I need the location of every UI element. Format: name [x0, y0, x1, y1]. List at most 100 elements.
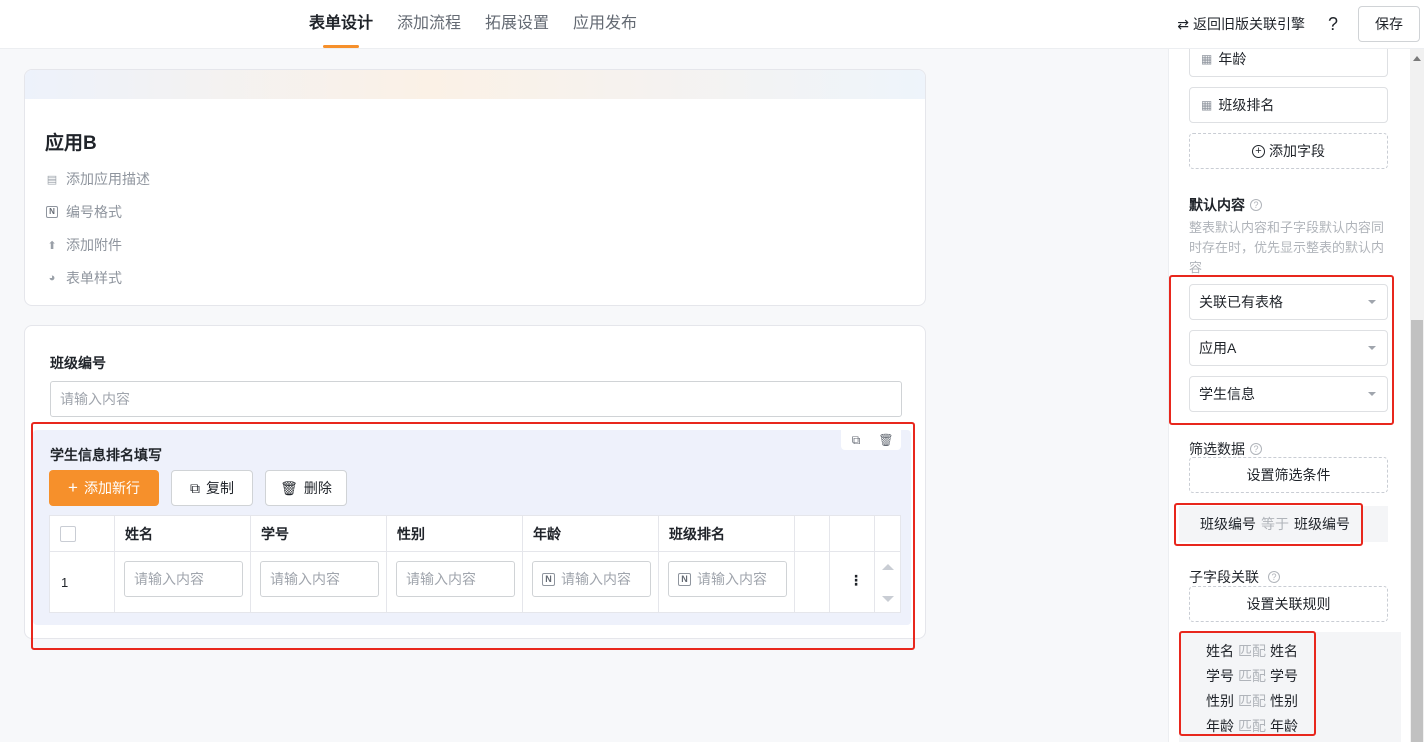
- back-to-old-engine-link[interactable]: ⇄ 返回旧版关联引擎: [1177, 14, 1305, 34]
- app-info-card: 应用B ▤ 添加应用描述 N 编号格式 ⬆ 添加附件 ◕ 表单样式: [24, 69, 926, 306]
- mapping-left: 性别: [1206, 693, 1234, 709]
- form-style-option[interactable]: ◕ 表单样式: [45, 268, 122, 288]
- mapping-right: 性别: [1270, 693, 1298, 709]
- tab-add-workflow[interactable]: 添加流程: [397, 0, 461, 49]
- help-icon[interactable]: ?: [1325, 14, 1341, 35]
- app-title[interactable]: 应用B: [45, 128, 97, 155]
- cell-placeholder: 请输入内容: [134, 571, 204, 587]
- copy-icon: ⧉: [190, 479, 200, 496]
- link-table-select[interactable]: 关联已有表格: [1189, 284, 1388, 320]
- cell-placeholder: 请输入内容: [270, 571, 340, 587]
- subform-student-ranking[interactable]: 学生信息排名填写 ⧉ 🗑 + 添加新行 ⧉ 复制 🗑 删除 姓名 学号 性别 年…: [33, 430, 911, 625]
- subfield-mappings: 姓名 匹配 姓名 学号 匹配 学号 性别 匹配 性别 年龄 匹配 年龄: [1179, 632, 1401, 742]
- class-number-label: 班级编号: [50, 355, 106, 371]
- select-all-checkbox[interactable]: [60, 526, 76, 542]
- filter-data-title: 筛选数据 ?: [1189, 439, 1262, 459]
- select-value: 关联已有表格: [1199, 294, 1283, 310]
- upload-icon: ⬆: [47, 239, 57, 252]
- grid-icon: ▦: [1201, 52, 1213, 66]
- select-value: 学生信息: [1199, 386, 1255, 402]
- filter-condition: 班级编号 等于 班级编号: [1179, 506, 1388, 542]
- section-label: 筛选数据: [1189, 441, 1245, 457]
- set-link-rules-button[interactable]: 设置关联规则: [1189, 586, 1388, 622]
- mapping-operator: 匹配: [1238, 718, 1266, 734]
- caret-down-icon: [1368, 346, 1376, 350]
- plus-circle-icon: +: [1252, 144, 1265, 158]
- class-number-input[interactable]: [50, 381, 902, 417]
- main-tabs: 表单设计 添加流程 拓展设置 应用发布: [309, 0, 637, 49]
- add-app-description-option[interactable]: ▤ 添加应用描述: [45, 169, 150, 189]
- option-label: 添加应用描述: [66, 171, 150, 187]
- copy-row-button[interactable]: ⧉ 复制: [171, 470, 253, 506]
- table-scrollbar[interactable]: [876, 552, 900, 612]
- caret-down-icon: [1368, 392, 1376, 396]
- section-label: 默认内容: [1189, 197, 1245, 213]
- table-column: [795, 516, 830, 612]
- table-column: [830, 516, 875, 612]
- right-settings-panel: ▦ 年龄 ▦ 班级排名 + 添加字段 默认内容 ? 整表默认内容和子字段默认内容…: [1168, 49, 1410, 742]
- card-banner: [25, 70, 925, 99]
- student-id-cell-input[interactable]: 请输入内容: [260, 561, 379, 597]
- subfield-age[interactable]: ▦ 年龄: [1189, 49, 1388, 77]
- app-select[interactable]: 应用A: [1189, 330, 1388, 366]
- top-bar: 表单设计 添加流程 拓展设置 应用发布 ⇄ 返回旧版关联引擎 ? 保存: [0, 0, 1424, 49]
- help-icon[interactable]: ?: [1250, 443, 1262, 455]
- option-label: 编号格式: [66, 204, 122, 220]
- scroll-up-arrow-icon[interactable]: [1413, 56, 1421, 61]
- top-actions: ⇄ 返回旧版关联引擎 ? 保存: [1177, 6, 1420, 42]
- plus-icon: +: [68, 478, 78, 497]
- set-filter-button[interactable]: 设置筛选条件: [1189, 457, 1388, 493]
- help-icon[interactable]: ?: [1250, 199, 1262, 211]
- subform-title: 学生信息排名填写: [50, 447, 162, 463]
- mapping-left: 学号: [1206, 668, 1234, 684]
- mapping-left: 姓名: [1206, 643, 1234, 659]
- column-header-age: 年龄: [533, 526, 561, 542]
- grid-icon: ▦: [1201, 98, 1213, 112]
- mapping-operator: 匹配: [1238, 693, 1266, 709]
- scroll-down-icon[interactable]: [882, 596, 894, 602]
- subfield-label: 班级排名: [1218, 97, 1275, 113]
- delete-label: 删除: [303, 480, 332, 496]
- save-button[interactable]: 保存: [1358, 6, 1420, 42]
- number-format-option[interactable]: N 编号格式: [45, 202, 122, 222]
- name-cell-input[interactable]: 请输入内容: [124, 561, 243, 597]
- mapping-right: 年龄: [1270, 718, 1298, 734]
- column-header-class-rank: 班级排名: [669, 526, 725, 542]
- mapping-row: 姓名 匹配 姓名: [1206, 641, 1298, 661]
- mapping-row: 性别 匹配 性别: [1206, 691, 1298, 711]
- subform-table: 姓名 学号 性别 年龄 班级排名 1 请输入内容 请输入内容 请输入内容 N 请输…: [49, 515, 901, 613]
- copy-icon[interactable]: ⧉: [841, 430, 871, 450]
- condition-operator: 等于: [1261, 516, 1289, 532]
- mapping-operator: 匹配: [1238, 668, 1266, 684]
- gender-cell-input[interactable]: 请输入内容: [396, 561, 515, 597]
- tab-extended-settings[interactable]: 拓展设置: [485, 0, 549, 49]
- mapping-operator: 匹配: [1238, 643, 1266, 659]
- set-link-rules-label: 设置关联规则: [1246, 596, 1331, 612]
- mapping-left: 年龄: [1206, 718, 1234, 734]
- subfield-class-rank[interactable]: ▦ 班级排名: [1189, 87, 1388, 123]
- condition-left: 班级编号: [1200, 516, 1256, 532]
- add-row-button[interactable]: + 添加新行: [49, 470, 159, 506]
- scroll-up-icon[interactable]: [882, 564, 894, 570]
- mapping-row: 学号 匹配 学号: [1206, 666, 1298, 686]
- age-cell-input[interactable]: N 请输入内容: [532, 561, 651, 597]
- subfield-label: 年龄: [1218, 51, 1247, 67]
- add-field-button[interactable]: + 添加字段: [1189, 133, 1388, 169]
- tab-form-design[interactable]: 表单设计: [309, 0, 373, 49]
- help-icon[interactable]: ?: [1268, 571, 1280, 583]
- default-content-hint: 整表默认内容和子字段默认内容同时存在时，优先显示整表的默认内容: [1189, 220, 1385, 275]
- copy-label: 复制: [206, 480, 234, 496]
- mapping-row: 年龄 匹配 年龄: [1206, 716, 1298, 736]
- add-field-label: 添加字段: [1269, 143, 1325, 159]
- form-select[interactable]: 学生信息: [1189, 376, 1388, 412]
- column-header-name: 姓名: [125, 526, 153, 542]
- section-label: 子字段关联: [1189, 569, 1259, 585]
- delete-row-button[interactable]: 🗑 删除: [265, 470, 347, 506]
- row-more-icon[interactable]: ⋮: [849, 572, 863, 589]
- add-attachment-option[interactable]: ⬆ 添加附件: [45, 235, 122, 255]
- swap-icon: ⇄: [1177, 15, 1189, 32]
- page-scrollbar-thumb[interactable]: [1411, 320, 1423, 742]
- class-rank-cell-input[interactable]: N 请输入内容: [668, 561, 787, 597]
- tab-app-publish[interactable]: 应用发布: [573, 0, 637, 49]
- trash-icon[interactable]: 🗑: [871, 430, 901, 450]
